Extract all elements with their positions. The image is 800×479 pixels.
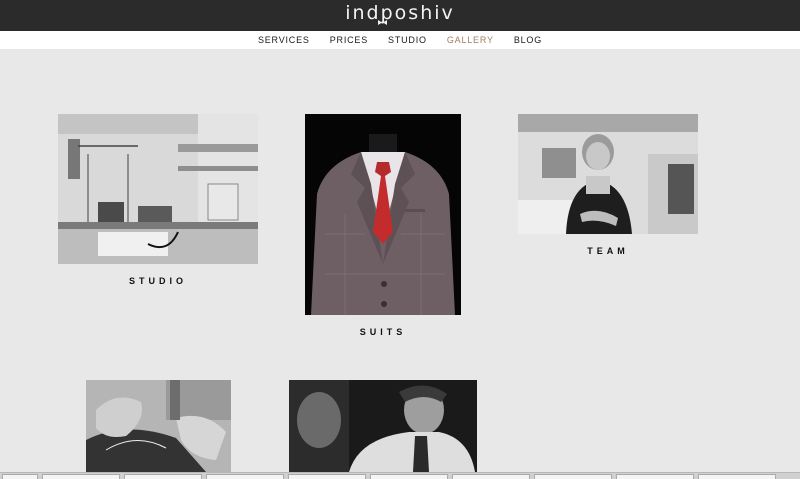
bowtie-icon xyxy=(378,20,387,25)
gallery-tile-tailor[interactable] xyxy=(289,380,477,472)
logo[interactable]: indposhiv xyxy=(0,2,800,24)
gallery-tile-studio[interactable]: STUDIO xyxy=(58,114,258,286)
tailor-photo xyxy=(289,380,477,472)
browser-tab[interactable] xyxy=(206,474,284,479)
studio-photo xyxy=(58,114,258,264)
tailoring-photo xyxy=(86,380,231,472)
browser-tab[interactable] xyxy=(616,474,694,479)
suits-photo xyxy=(305,114,461,315)
caption-studio: STUDIO xyxy=(128,276,187,286)
browser-tab[interactable] xyxy=(288,474,366,479)
nav-item-services[interactable]: SERVICES xyxy=(258,35,310,45)
gallery-tile-tailoring[interactable] xyxy=(86,380,231,472)
nav-item-gallery[interactable]: GALLERY xyxy=(447,35,494,45)
browser-tab[interactable] xyxy=(370,474,448,479)
caption-suits: SUITS xyxy=(359,327,407,337)
browser-tab[interactable] xyxy=(2,474,38,479)
gallery-tile-suits[interactable]: SUITS xyxy=(305,114,461,337)
nav-item-prices[interactable]: PRICES xyxy=(330,35,368,45)
browser-tab[interactable] xyxy=(698,474,776,479)
nav-item-blog[interactable]: BLOG xyxy=(514,35,542,45)
browser-tab[interactable] xyxy=(534,474,612,479)
gallery-tile-team[interactable]: TEAM xyxy=(518,114,698,256)
main-nav: SERVICES PRICES STUDIO GALLERY BLOG xyxy=(0,31,800,49)
nav-item-studio[interactable]: STUDIO xyxy=(388,35,427,45)
browser-tab[interactable] xyxy=(42,474,120,479)
caption-team: TEAM xyxy=(587,246,629,256)
browser-tab[interactable] xyxy=(124,474,202,479)
header-bar: indposhiv xyxy=(0,0,800,31)
team-photo xyxy=(518,114,698,234)
browser-tab[interactable] xyxy=(452,474,530,479)
